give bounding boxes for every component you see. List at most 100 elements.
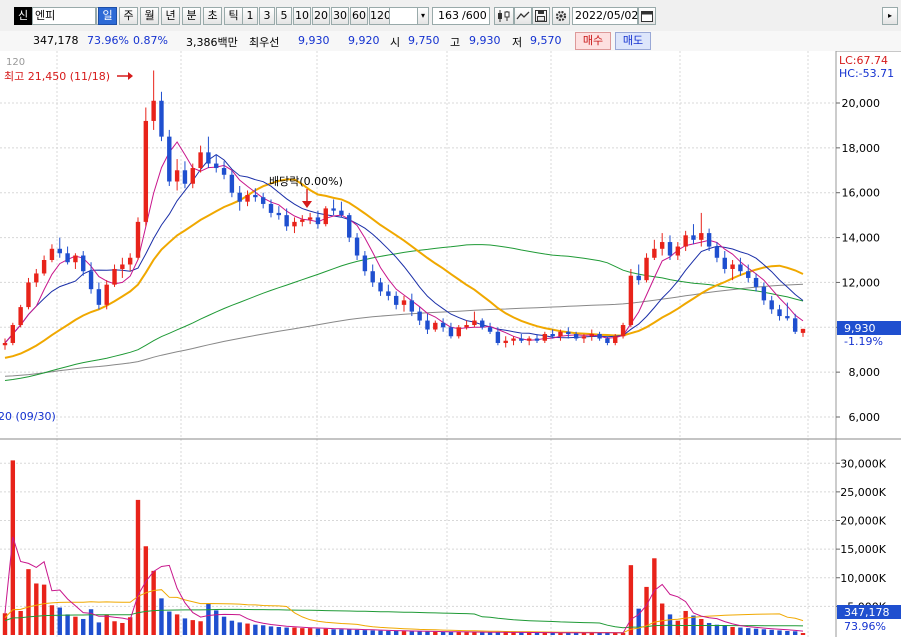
volume-bar [675,620,681,635]
stock-name-field[interactable]: 엔피 [32,7,96,25]
candle-body [659,242,665,249]
candle-body [96,289,102,305]
period-button[interactable]: 년 [161,7,180,25]
interval-button[interactable]: 30 [331,7,349,25]
volume-bar [339,629,344,635]
market-badge[interactable]: 신 [14,7,32,25]
volume-bar [112,621,117,635]
sell-button[interactable]: 매도 [615,32,651,50]
lc-label: LC:67.74 [839,54,888,67]
period-button[interactable]: 틱 [224,7,243,25]
volume-bar [73,616,78,635]
period-button[interactable]: 분 [182,7,201,25]
volume-bar [409,631,415,635]
volume-bar [800,633,806,635]
compare-icon[interactable] [514,7,532,25]
volume-bar [104,614,109,635]
price-tick-label: 20,000 [842,97,881,110]
candle-body [769,300,774,310]
period-button[interactable]: 월 [140,7,159,25]
candle-body [104,284,109,305]
volume-bar [49,605,55,635]
volume-bar [167,611,172,635]
date-input[interactable]: 2022/05/02 [572,7,638,25]
candle-body [307,217,313,220]
candle-body [315,217,321,225]
period-button[interactable]: 초 [203,7,222,25]
current-change-label: -1.19% [844,335,883,348]
interval-button[interactable]: 120 [369,7,391,25]
high-value: 9,930 [469,34,501,47]
scroll-right-button[interactable]: ▸ [882,7,898,25]
candle-type-icon[interactable] [494,7,514,25]
price-tick-label: 12,000 [842,276,881,289]
calendar-icon[interactable] [638,7,656,25]
count-input[interactable]: 163 [432,7,462,25]
candle-body [706,233,712,247]
volume-bar [245,623,250,635]
candle-body [300,219,305,222]
candle-body [159,100,164,137]
candle-body [792,318,798,332]
interval-button[interactable]: 1 [242,7,258,25]
volume-bar [440,631,446,635]
current-volume-label: 347,178 [844,606,890,619]
candle-body [41,260,47,274]
period-button[interactable]: 주 [119,7,138,25]
volume-value: 347,178 [33,34,79,47]
volume-bar [683,610,688,635]
candle-body [613,336,618,343]
volume-bar [370,630,375,635]
volume-bar [300,628,305,635]
period-button[interactable]: 일 [98,7,117,25]
candle-body [221,168,227,175]
volume-bar [190,620,195,635]
candle-body [589,334,594,337]
turnover-ratio: 0.87% [133,34,168,47]
candle-body [667,242,673,256]
volume-bar [753,628,759,635]
candle-body [190,168,195,184]
volume-bar [331,629,336,635]
settings-gear-icon[interactable] [552,7,570,25]
interval-dropdown-button[interactable]: ▾ [417,7,429,25]
candle-body [558,331,563,337]
volume-bar [738,627,743,635]
dividend-annotation: 배당락(0.00%) [269,175,343,188]
buy-button[interactable]: 매수 [575,32,611,50]
candle-body [440,322,446,328]
candle-body [581,336,587,339]
interval-button[interactable]: 60 [350,7,368,25]
candle-body [480,320,485,328]
volume-bar [221,616,227,635]
stock-chart[interactable]: 20,00018,00016,00014,00012,00010,0008,00… [0,51,901,637]
interval-button[interactable]: 3 [259,7,275,25]
interval-button[interactable]: 5 [276,7,292,25]
candle-body [456,327,461,337]
candle-body [237,192,242,202]
candle-body [675,246,681,256]
volume-tick-label: 15,000K [840,543,886,556]
candle-body [284,215,289,227]
volume-tick-label: 20,000K [840,515,886,528]
candle-body [73,255,78,263]
interval-button[interactable]: 10 [293,7,311,25]
volume-bar [746,628,751,635]
interval-button[interactable]: 20 [312,7,330,25]
candle-body [699,233,704,240]
candle-body [777,309,782,317]
candle-body [151,100,156,121]
candle-body [268,203,274,213]
volume-bar [159,598,164,635]
volume-bar [393,630,399,635]
volume-bar [730,626,735,635]
candle-body [276,212,282,216]
quote-bar: 347,178 73.96% 0.87% 3,386백만 최우선 9,930 9… [0,31,901,52]
candle-body [34,273,39,283]
volume-bar [792,631,798,635]
price-tick-label: 18,000 [842,142,881,155]
volume-bar [284,627,289,635]
volume-bar [65,614,70,635]
save-icon[interactable] [532,7,550,25]
candle-body [566,331,571,335]
